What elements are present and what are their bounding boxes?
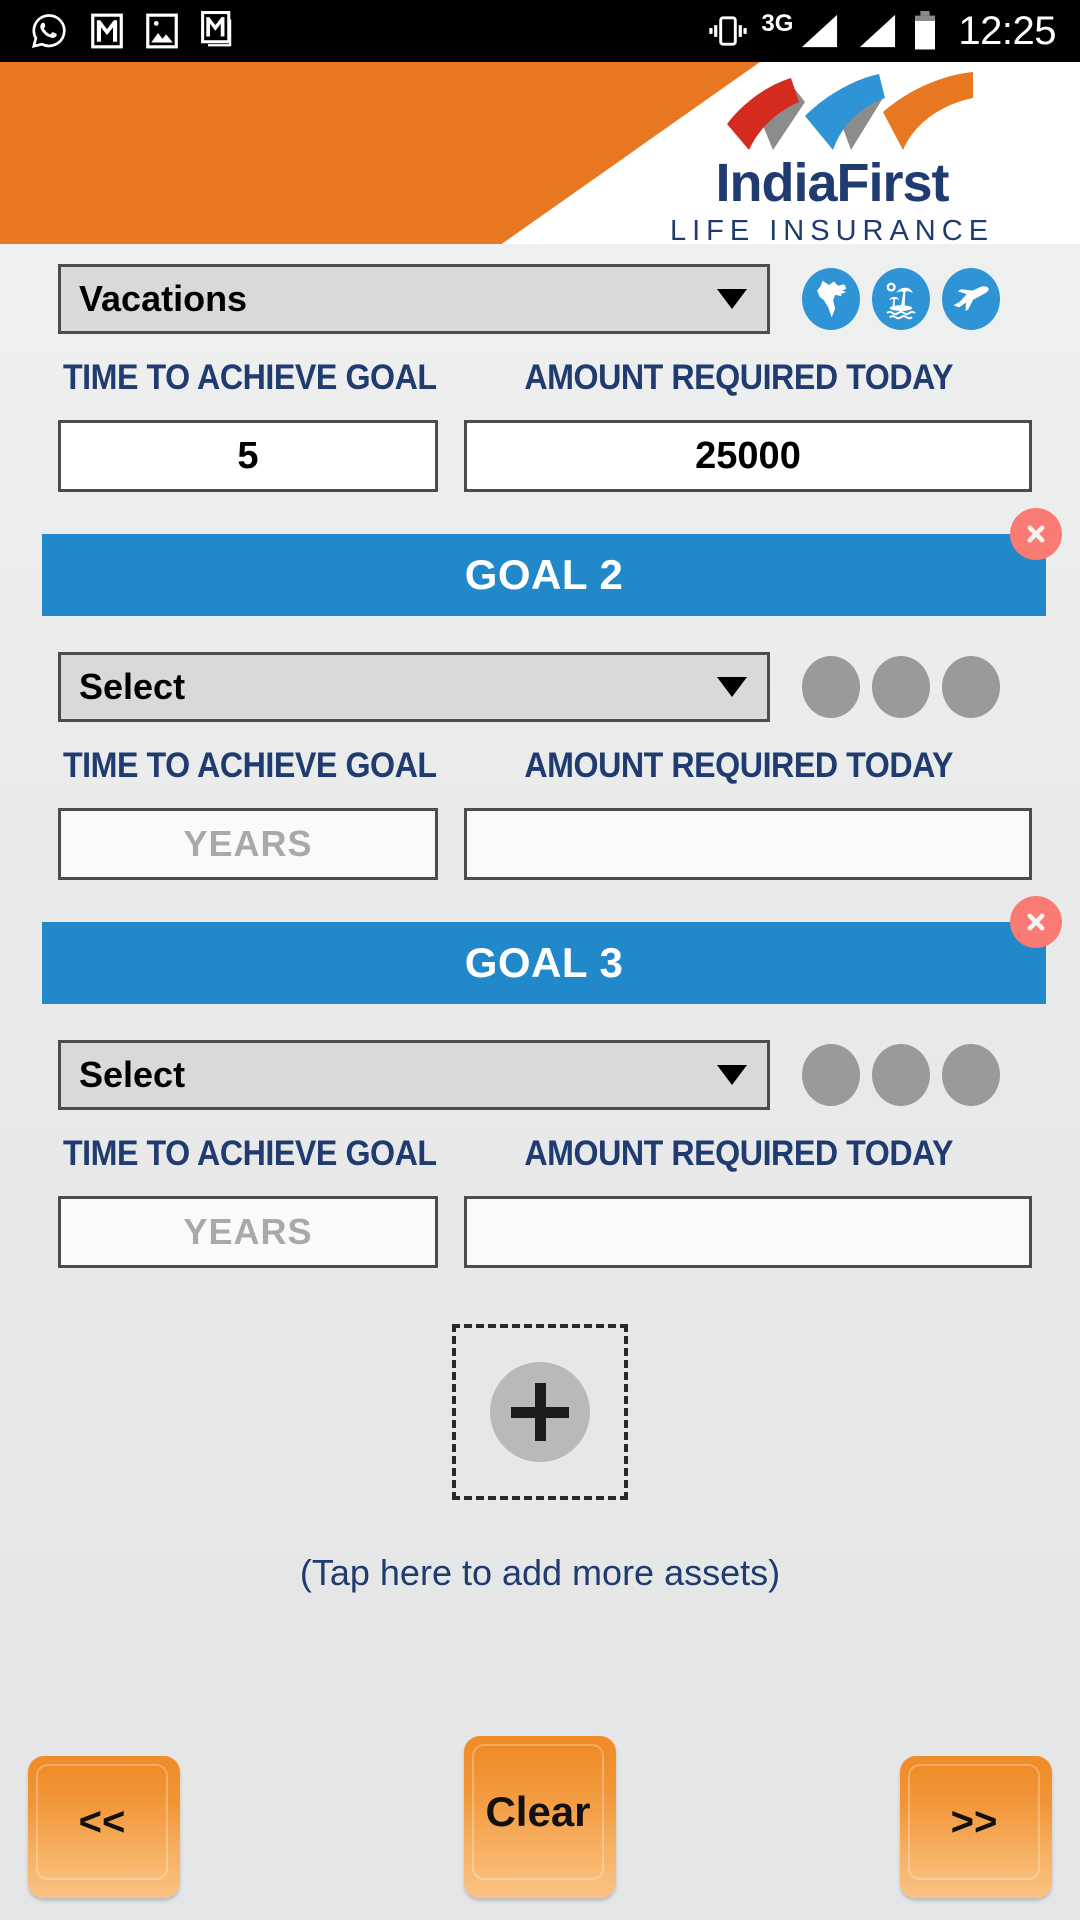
gallery-icon (146, 13, 178, 49)
goal-3-icons (802, 1044, 1000, 1106)
goal-3-select-row: Select (0, 1040, 1080, 1110)
time-to-achieve-label: TIME TO ACHIEVE GOAL (62, 1134, 437, 1173)
goal-3-type-select[interactable]: Select (58, 1040, 770, 1110)
beach-island-icon (872, 268, 930, 330)
india-map-icon (802, 268, 860, 330)
app-header: IndiaFirst LIFE INSURANCE (0, 62, 1080, 244)
signal-icon (860, 14, 896, 48)
goal-3-years-placeholder: YEARS (183, 1211, 313, 1252)
brand-logo: IndiaFirst LIFE INSURANCE (622, 72, 1042, 244)
plus-icon (511, 1383, 569, 1441)
goal-2-inputs: YEARS (0, 808, 1080, 880)
goal-3-years-input[interactable]: YEARS (58, 1196, 438, 1268)
goal-3-title: GOAL 3 (464, 939, 624, 986)
add-asset-button[interactable] (452, 1324, 628, 1500)
goal-2-banner-wrap: GOAL 2 (0, 508, 1080, 616)
close-icon (1027, 913, 1045, 931)
goal-2-remove-button[interactable] (1010, 508, 1062, 560)
amount-required-label: AMOUNT REQUIRED TODAY (524, 358, 954, 397)
time-to-achieve-label: TIME TO ACHIEVE GOAL (62, 358, 437, 397)
goal-3-select-value: Select (79, 1054, 186, 1095)
amount-required-label: AMOUNT REQUIRED TODAY (524, 746, 954, 785)
brand-tagline: LIFE INSURANCE (669, 215, 995, 244)
goal-1-icons (802, 268, 1000, 330)
app-screen: 3G 12:25 IndiaFirst LIFE INSURANCE Vacat… (0, 0, 1080, 1920)
placeholder-circle-icon (942, 1044, 1000, 1106)
previous-button-label: << (36, 1764, 168, 1880)
placeholder-circle-icon (872, 656, 930, 718)
previous-button[interactable]: << (28, 1756, 180, 1898)
chevron-down-icon (717, 1065, 747, 1085)
goal-1-years-input[interactable]: 5 (58, 420, 438, 492)
goals-form: Vacations TIME TO ACHIEVE GOAL AMOUNT RE… (0, 244, 1080, 1594)
goal-2-type-select[interactable]: Select (58, 652, 770, 722)
goal-1-labels: TIME TO ACHIEVE GOAL AMOUNT REQUIRED TOD… (0, 358, 1080, 398)
goal-1-amount-input[interactable]: 25000 (464, 420, 1032, 492)
goal-1-select-row: Vacations (0, 264, 1080, 334)
goal-2-labels: TIME TO ACHIEVE GOAL AMOUNT REQUIRED TOD… (0, 746, 1080, 786)
battery-icon (915, 11, 936, 50)
goal-1-inputs: 5 25000 (0, 420, 1080, 492)
signal-icon (802, 14, 838, 48)
goal-2-select-value: Select (79, 666, 186, 707)
goal-2-title: GOAL 2 (464, 551, 624, 598)
goal-2-years-input[interactable]: YEARS (58, 808, 438, 880)
goal-3-amount-input[interactable] (464, 1196, 1032, 1268)
goal-2-icons (802, 656, 1000, 718)
amount-required-label: AMOUNT REQUIRED TODAY (524, 1134, 954, 1173)
placeholder-circle-icon (802, 656, 860, 718)
brand-name: IndiaFirst (715, 153, 949, 213)
next-button[interactable]: >> (900, 1756, 1052, 1898)
status-bar-notification-icons (30, 11, 236, 51)
clear-button-label: Clear (472, 1744, 604, 1880)
clock-label: 12:25 (958, 8, 1056, 53)
placeholder-circle-icon (942, 656, 1000, 718)
add-asset-section: (Tap here to add more assets) (0, 1324, 1080, 1594)
network-type-label: 3G (761, 10, 794, 37)
next-button-label: >> (908, 1764, 1040, 1880)
clear-button[interactable]: Clear (464, 1736, 616, 1898)
goal-block-1: Vacations TIME TO ACHIEVE GOAL AMOUNT RE… (0, 244, 1080, 492)
goal-3-banner-wrap: GOAL 3 (0, 896, 1080, 1004)
network-indicator: 3G (761, 10, 840, 49)
add-asset-hint: (Tap here to add more assets) (299, 1552, 781, 1593)
goal-2-years-placeholder: YEARS (183, 823, 313, 864)
goal-2-amount-input[interactable] (464, 808, 1032, 880)
airplane-icon (942, 268, 1000, 330)
goal-1-select-value: Vacations (79, 278, 248, 319)
whatsapp-icon (31, 14, 66, 49)
gmail-icon (91, 13, 123, 49)
vibrate-icon (709, 16, 748, 46)
goal-3-labels: TIME TO ACHIEVE GOAL AMOUNT REQUIRED TOD… (0, 1134, 1080, 1174)
goal-3-inputs: YEARS (0, 1196, 1080, 1268)
goal-2-select-row: Select (0, 652, 1080, 722)
goal-3-remove-button[interactable] (1010, 896, 1062, 948)
placeholder-circle-icon (872, 1044, 930, 1106)
add-circle (490, 1362, 590, 1462)
placeholder-circle-icon (802, 1044, 860, 1106)
goal-2-banner: GOAL 2 (42, 534, 1046, 616)
goal-block-3: GOAL 3 Select TIME TO ACHIEVE GOAL AMOUN… (0, 896, 1080, 1268)
footer-navigation: << Clear >> (0, 1736, 1080, 1898)
time-to-achieve-label: TIME TO ACHIEVE GOAL (62, 746, 437, 785)
close-icon (1027, 525, 1045, 543)
goal-3-banner: GOAL 3 (42, 922, 1046, 1004)
goal-1-type-select[interactable]: Vacations (58, 264, 770, 334)
gmail-icon (201, 11, 232, 47)
status-bar: 3G 12:25 (0, 0, 1080, 62)
chevron-down-icon (717, 289, 747, 309)
status-bar-system-icons: 3G 12:25 (709, 9, 1056, 54)
chevron-down-icon (717, 677, 747, 697)
indiafirst-swoosh-icon (727, 72, 973, 150)
goal-block-2: GOAL 2 Select TIME TO ACHIEVE GOAL AMOUN… (0, 508, 1080, 880)
